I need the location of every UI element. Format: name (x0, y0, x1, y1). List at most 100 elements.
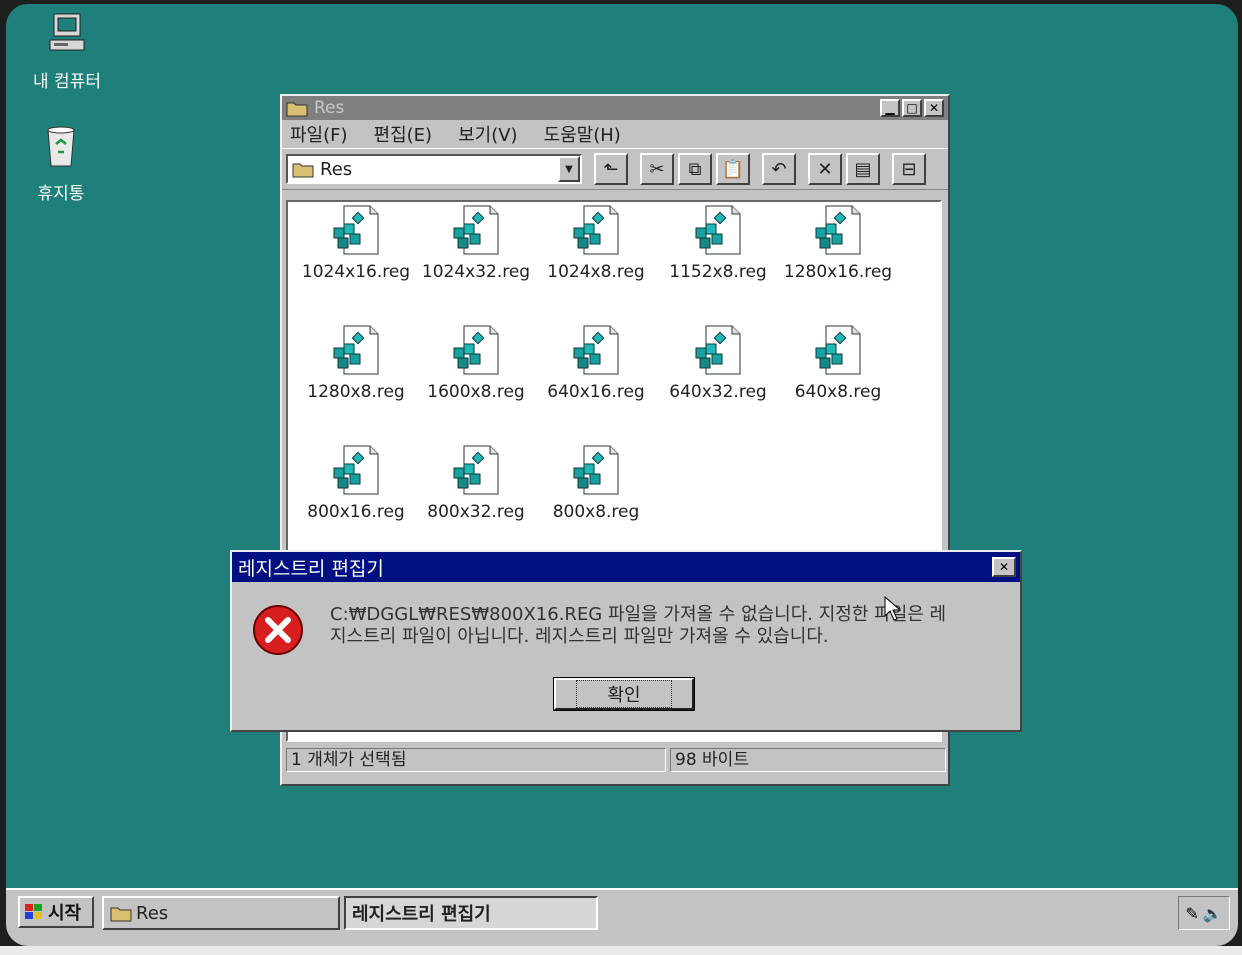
status-size: 98 바이트 (670, 748, 946, 772)
file-item[interactable]: 1152x8.reg (658, 204, 778, 282)
error-message-line: C:₩DGGL₩RES₩800X16.REG 파일을 가져올 수 없습니다. 지… (330, 604, 947, 625)
file-item[interactable]: 1600x8.reg (416, 324, 536, 402)
file-item[interactable]: 1280x8.reg (296, 324, 416, 402)
taskbar-item-label: 레지스트리 편집기 (352, 904, 491, 925)
file-name: 1280x8.reg (307, 382, 405, 402)
up-folder-icon: ⬑ (603, 158, 619, 180)
folder-icon (110, 907, 132, 922)
recycle-bin-icon (47, 126, 75, 167)
toolbar: Res ▼ ⬑ ✂ ⧉ 📋 ↶ ✕ ▤ ⊟ (282, 148, 948, 190)
registry-file-icon (815, 205, 861, 255)
error-message: C:₩DGGL₩RES₩800X16.REG 파일을 가져올 수 없습니다. 지… (330, 604, 1010, 648)
file-name: 800x32.reg (427, 502, 525, 522)
error-message-line: 지스트리 파일이 아닙니다. 레지스트리 파일만 가져올 수 있습니다. (330, 626, 829, 647)
cut-button[interactable]: ✂ (640, 153, 674, 185)
registry-file-icon (695, 205, 741, 255)
menu-bar: 파일(F) 편집(E) 보기(V) 도움말(H) (282, 120, 948, 148)
properties-button[interactable]: ▤ (846, 153, 880, 185)
file-item[interactable]: 1280x16.reg (778, 204, 898, 282)
folder-icon (286, 102, 308, 117)
file-name: 1024x32.reg (421, 262, 531, 282)
speaker-icon[interactable]: 🔈 (1203, 904, 1223, 923)
menu-file[interactable]: 파일(F) (290, 121, 348, 147)
registry-file-icon (333, 445, 379, 495)
address-value: Res (320, 158, 353, 180)
pen-icon[interactable]: ✎ (1185, 904, 1198, 923)
delete-button[interactable]: ✕ (808, 153, 842, 185)
file-item[interactable]: 800x16.reg (296, 444, 416, 522)
registry-file-icon (453, 445, 499, 495)
address-combobox[interactable]: Res ▼ (286, 154, 582, 184)
file-item[interactable]: 800x32.reg (416, 444, 536, 522)
system-tray: ✎ 🔈 (1178, 896, 1230, 930)
host-status-strip (0, 946, 1242, 955)
undo-icon: ↶ (771, 158, 787, 180)
ok-button[interactable]: 확인 (553, 677, 695, 711)
file-item[interactable]: 1024x8.reg (536, 204, 656, 282)
folder-icon (292, 163, 314, 178)
desktop-icon-label: 휴지통 (37, 184, 85, 204)
copy-icon: ⧉ (688, 158, 702, 180)
address-dropdown-button[interactable]: ▼ (558, 156, 580, 182)
view-button[interactable]: ⊟ (892, 153, 926, 185)
close-button[interactable]: ✕ (924, 99, 944, 117)
menu-edit[interactable]: 편집(E) (374, 121, 433, 147)
undo-button[interactable]: ↶ (762, 153, 796, 185)
minimize-button[interactable]: ▁ (880, 99, 900, 117)
menu-help[interactable]: 도움말(H) (544, 121, 621, 147)
windows-logo-icon (25, 904, 42, 919)
error-dialog: 레지스트리 편집기 ✕ C:₩DGGL₩RES₩800X16.REG 파일을 가… (230, 550, 1022, 732)
paste-button[interactable]: 📋 (716, 153, 750, 185)
menu-view[interactable]: 보기(V) (458, 121, 517, 147)
dialog-close-button[interactable]: ✕ (992, 557, 1016, 577)
properties-icon: ▤ (854, 158, 872, 180)
file-name: 640x32.reg (669, 382, 767, 402)
file-name: 800x16.reg (307, 502, 405, 522)
taskbar-item-label: Res (136, 902, 169, 924)
paste-icon: 📋 (721, 158, 745, 180)
dialog-titlebar[interactable]: 레지스트리 편집기 ✕ (232, 552, 1020, 582)
start-button[interactable]: 시작 (18, 896, 94, 928)
delete-icon: ✕ (817, 158, 833, 180)
file-name: 1024x16.reg (301, 262, 411, 282)
file-name: 1152x8.reg (669, 262, 767, 282)
registry-file-icon (695, 325, 741, 375)
copy-button[interactable]: ⧉ (678, 153, 712, 185)
file-name: 640x8.reg (794, 382, 882, 402)
file-item[interactable]: 640x8.reg (778, 324, 898, 402)
registry-file-icon (573, 205, 619, 255)
file-item[interactable]: 1024x16.reg (296, 204, 416, 282)
file-name: 1024x8.reg (547, 262, 645, 282)
file-item[interactable]: 1024x32.reg (416, 204, 536, 282)
desktop-icon-recycle-bin[interactable]: 휴지통 (16, 124, 106, 204)
error-icon (253, 605, 303, 655)
explorer-titlebar[interactable]: Res ▁ □ ✕ (282, 96, 948, 120)
maximize-icon: □ (906, 101, 918, 115)
ok-label: 확인 (576, 680, 672, 708)
status-bar: 1 개체가 선택됨 98 바이트 (286, 748, 950, 776)
file-item[interactable]: 800x8.reg (536, 444, 656, 522)
desktop-icon-my-computer[interactable]: 내 컴퓨터 (22, 12, 112, 92)
my-computer-icon (49, 13, 85, 51)
registry-file-icon (333, 205, 379, 255)
registry-file-icon (453, 205, 499, 255)
taskbar: 시작 Res 레지스트리 편집기 ✎ 🔈 (6, 888, 1238, 946)
view-icon: ⊟ (901, 158, 917, 180)
close-icon: ✕ (998, 560, 1010, 574)
start-label: 시작 (48, 903, 82, 924)
mouse-cursor-icon (884, 596, 902, 621)
taskbar-item-res[interactable]: Res (102, 896, 340, 930)
file-name: 640x16.reg (547, 382, 645, 402)
minimize-icon: ▁ (885, 101, 895, 115)
maximize-button[interactable]: □ (902, 99, 922, 117)
up-folder-button[interactable]: ⬑ (594, 153, 628, 185)
file-item[interactable]: 640x32.reg (658, 324, 778, 402)
status-selection: 1 개체가 선택됨 (286, 748, 666, 772)
file-item[interactable]: 640x16.reg (536, 324, 656, 402)
taskbar-item-regedit[interactable]: 레지스트리 편집기 (344, 896, 598, 930)
dialog-title: 레지스트리 편집기 (238, 557, 384, 580)
registry-file-icon (573, 325, 619, 375)
registry-file-icon (815, 325, 861, 375)
registry-file-icon (453, 325, 499, 375)
registry-file-icon (573, 445, 619, 495)
